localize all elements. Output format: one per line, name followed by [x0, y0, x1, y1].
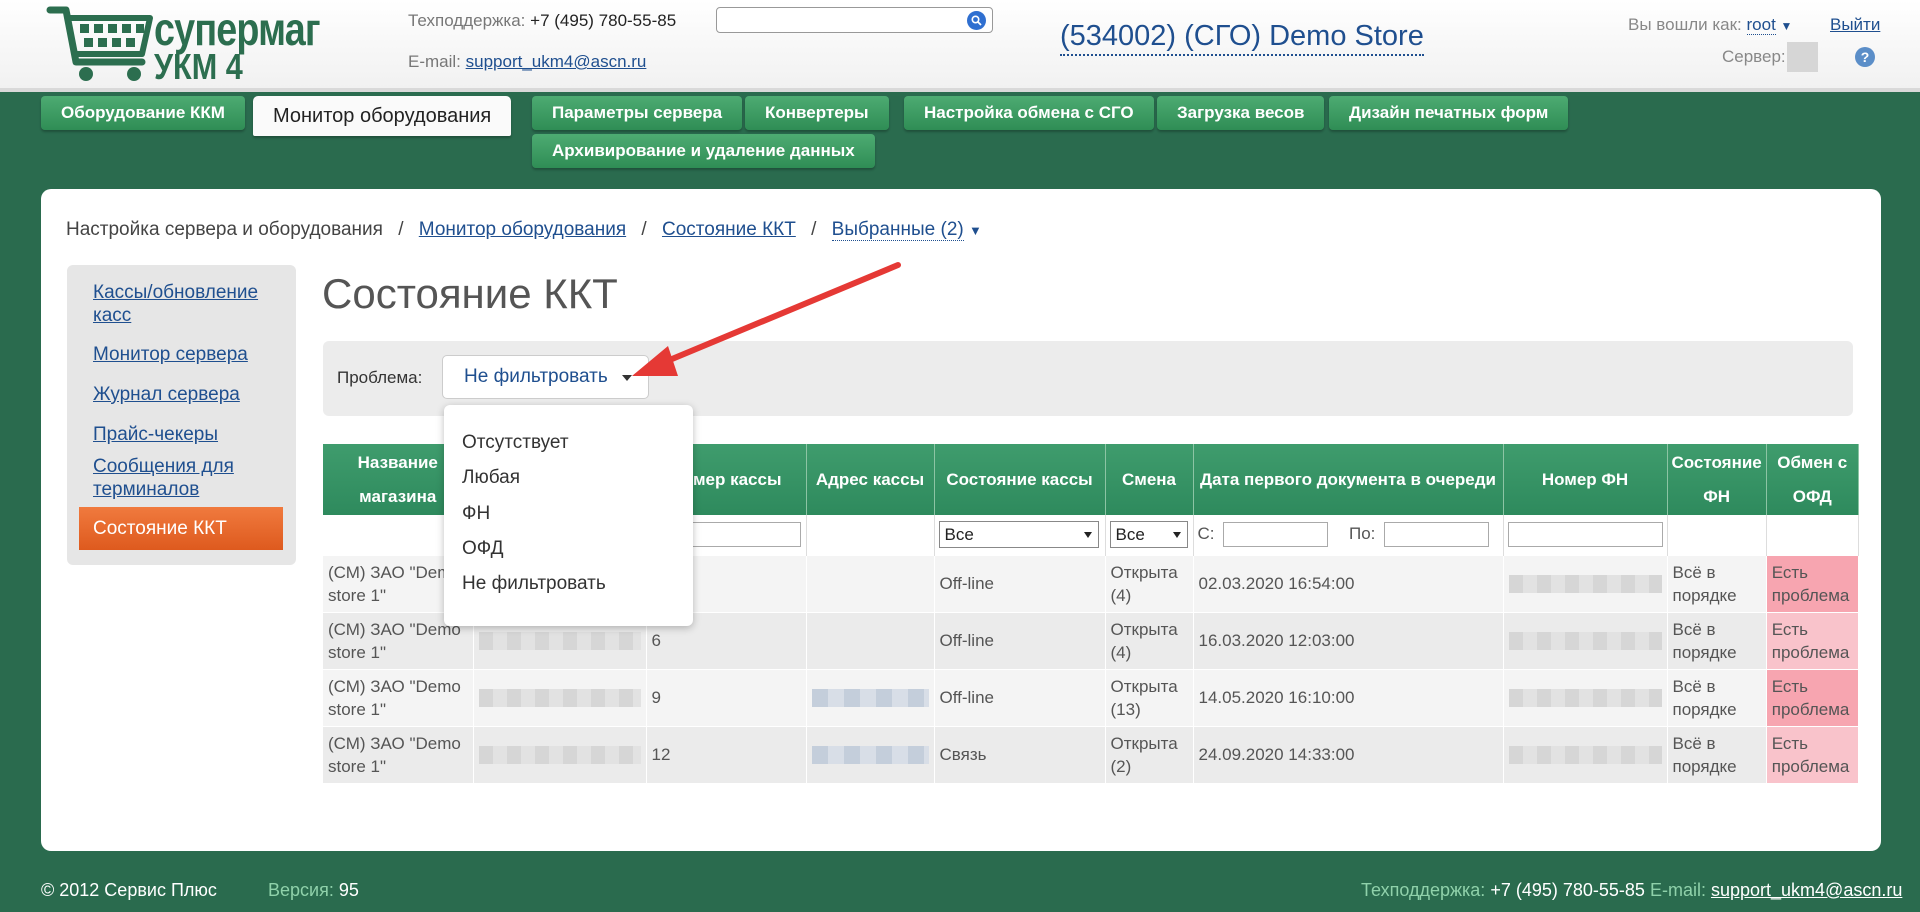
version-value: 95 — [338, 880, 359, 900]
footer-copyright: © 2012 Сервис Плюс — [41, 880, 217, 901]
version-label: Версия: — [268, 880, 334, 900]
footer-version: Версия: 95 — [268, 880, 359, 901]
footer-support-label: Техподдержка: — [1361, 880, 1486, 900]
footer-email-link[interactable]: support_ukm4@ascn.ru — [1711, 880, 1902, 900]
annotation-arrow-icon — [632, 262, 901, 376]
footer-email-label: E-mail: — [1649, 880, 1706, 900]
copyright-text: © 2012 Сервис Плюс — [41, 880, 217, 900]
footer-support: Техподдержка: +7 (495) 780-55-85 E-mail:… — [1361, 880, 1902, 901]
footer-support-phone: +7 (495) 780-55-85 — [1490, 880, 1645, 900]
